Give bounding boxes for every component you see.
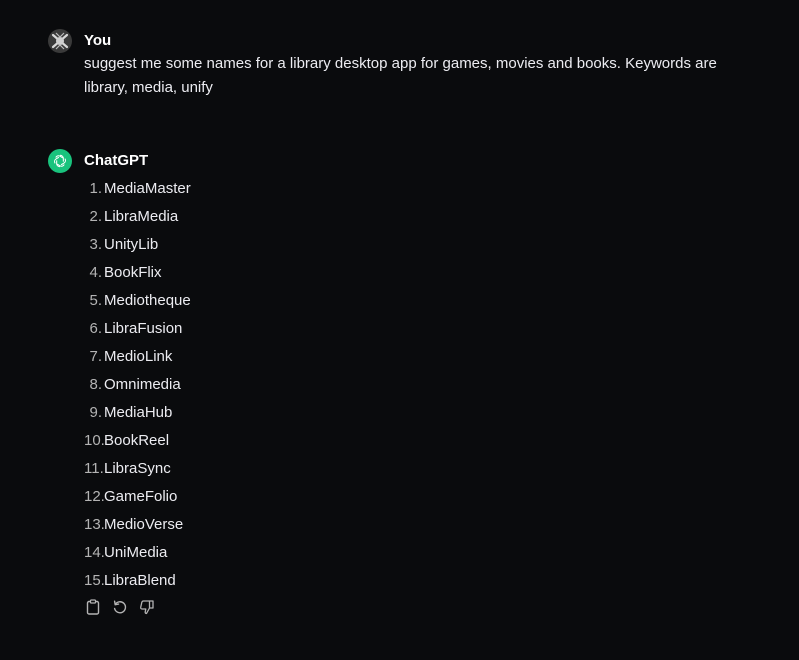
list-item-number: 15. [84, 572, 105, 589]
user-avatar-image [48, 29, 72, 53]
list-item-name: GameFolio [104, 488, 178, 505]
list-item-name: Mediotheque [104, 292, 191, 309]
regenerate-icon [113, 600, 127, 614]
list-item-name: MediaMaster [104, 180, 191, 197]
thumbs-down-button[interactable] [138, 598, 156, 616]
assistant-author-name: ChatGPT [84, 152, 149, 169]
list-item-name: LibraBlend [104, 572, 176, 589]
message-actions [84, 598, 156, 616]
list-item-name: Omnimedia [104, 376, 181, 393]
list-item-name: BookFlix [104, 264, 162, 281]
clipboard-icon [86, 599, 100, 615]
list-item: 2. LibraMedia [84, 203, 779, 231]
list-item: 7. MedioLink [84, 343, 779, 371]
list-item-name: UniMedia [104, 544, 168, 561]
list-item: 14. UniMedia [84, 539, 779, 567]
list-item-number: 7. [89, 348, 102, 365]
list-item-name: LibraMedia [104, 208, 179, 225]
list-item-number: 5. [89, 292, 102, 309]
list-item-number: 10. [84, 432, 105, 449]
chat-thread: You suggest me some names for a library … [0, 0, 799, 660]
assistant-message: ChatGPT 1. MediaMaster 2. LibraMedia 3. Unity… [48, 149, 779, 595]
thumbs-down-icon [140, 600, 154, 615]
list-item-number: 14. [84, 544, 105, 561]
user-message: You suggest me some names for a library … [48, 29, 779, 100]
user-message-text: suggest me some names for a library desk… [84, 55, 717, 96]
user-avatar [48, 29, 72, 53]
user-message-body: You suggest me some names for a library … [84, 29, 779, 100]
list-item-number: 2. [89, 208, 102, 225]
list-item: 15. LibraBlend [84, 567, 779, 595]
user-author-name: You [84, 32, 112, 49]
list-item-number: 13. [84, 516, 105, 533]
list-item: 8. Omnimedia [84, 371, 779, 399]
list-item: 5. Mediotheque [84, 287, 779, 315]
copy-button[interactable] [84, 598, 102, 616]
openai-logo-icon [54, 154, 66, 168]
suggested-names-list: 1. MediaMaster 2. LibraMedia 3. UnityLib 4. Boo… [84, 175, 779, 595]
list-item: 10. BookReel [84, 427, 779, 455]
list-item: 4. BookFlix [84, 259, 779, 287]
list-item: 9. MediaHub [84, 399, 779, 427]
list-item-name: UnityLib [104, 236, 159, 253]
list-item-name: MediaHub [104, 404, 173, 421]
list-item-name: BookReel [104, 432, 170, 449]
list-item: 12. GameFolio [84, 483, 779, 511]
list-item: 13. MedioVerse [84, 511, 779, 539]
list-item-number: 9. [89, 404, 102, 421]
list-item-number: 3. [89, 236, 102, 253]
list-item-name: LibraSync [104, 460, 171, 477]
list-item-number: 12. [84, 488, 105, 505]
list-item: 3. UnityLib [84, 231, 779, 259]
list-item: 1. MediaMaster [84, 175, 779, 203]
assistant-message-body: ChatGPT 1. MediaMaster 2. LibraMedia 3. Unity… [84, 149, 779, 595]
list-item: 6. LibraFusion [84, 315, 779, 343]
list-item-number: 4. [89, 264, 102, 281]
list-item-number: 1. [89, 180, 102, 197]
list-item-number: 6. [89, 320, 102, 337]
list-item: 11. LibraSync [84, 455, 779, 483]
list-item-name: MedioLink [104, 348, 173, 365]
chatgpt-avatar [48, 149, 72, 173]
list-item-number: 8. [89, 376, 102, 393]
list-item-number: 11. [84, 460, 104, 477]
regenerate-button[interactable] [111, 598, 129, 616]
list-item-name: LibraFusion [104, 320, 183, 337]
list-item-name: MedioVerse [104, 516, 184, 533]
